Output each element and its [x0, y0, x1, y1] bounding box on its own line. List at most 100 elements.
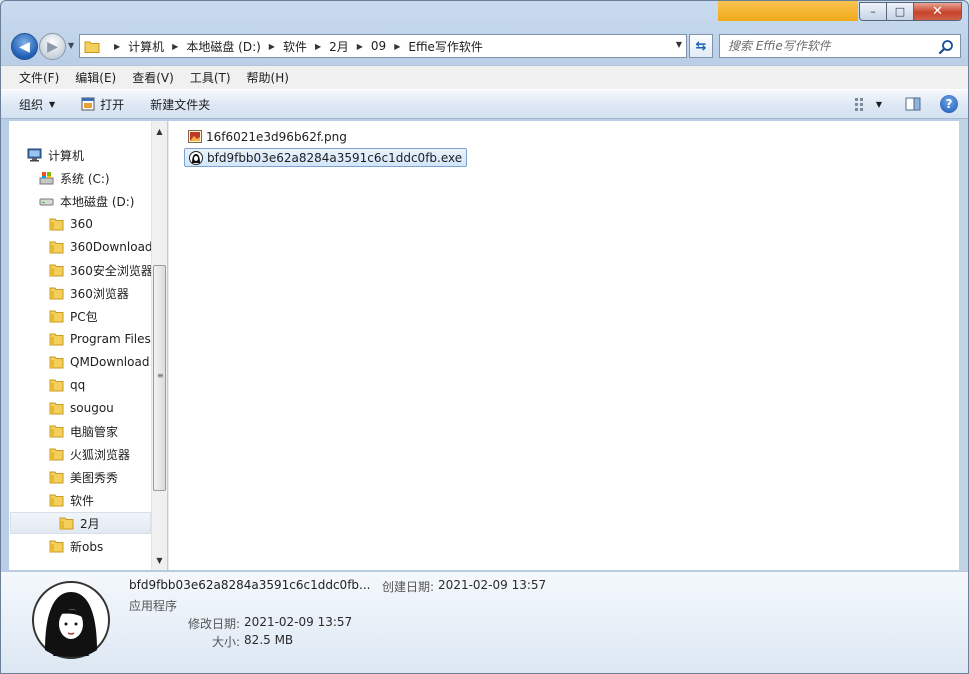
refresh-icon: ⇆ [695, 38, 707, 54]
details-pane: bfd9fbb03e62a8284a3591c6c1ddc0fb... 创建日期… [1, 571, 968, 673]
tree-label: PC包 [70, 309, 98, 324]
recent-pages-dropdown-icon[interactable]: ▼ [68, 41, 74, 50]
breadcrumb-1[interactable]: ▶ 本地磁盘 (D:) [164, 38, 261, 55]
system-drive-icon [39, 172, 54, 185]
tree-label: sougou [70, 401, 114, 415]
help-icon[interactable]: ? [940, 95, 958, 113]
folder-icon [84, 41, 100, 53]
search-input[interactable] [728, 39, 928, 53]
open-button[interactable]: 打开 [81, 96, 124, 113]
computer-icon [27, 148, 42, 162]
address-row: ◀ ▶ ▼ ▶ 计算机 ▶ 本地磁盘 (D:) ▶ 软件 ▶ 2月 ▶ 09 ▶ Effie… [1, 29, 968, 65]
folder-icon [49, 218, 64, 231]
breadcrumb-5[interactable]: ▶ Effie写作软件 [386, 38, 483, 55]
tree-label: 360安全浏览器 [70, 263, 153, 278]
detail-file-type: 应用程序 [129, 599, 178, 613]
menu-edit[interactable]: 编辑(E) [67, 69, 124, 86]
folder-icon [49, 333, 64, 346]
png-image-icon [188, 130, 202, 143]
chevron-right-icon[interactable]: ▶ [394, 42, 400, 51]
maximize-button[interactable]: □ [887, 2, 914, 21]
background-accent-strip [718, 1, 858, 21]
folder-icon [49, 471, 64, 484]
explorer-window: – □ ✕ ◀ ▶ ▼ ▶ 计算机 ▶ 本地磁盘 (D:) ▶ 软件 ▶ 2月 ▶ 09 … [0, 0, 969, 674]
tree-label: 本地磁盘 (D:) [60, 194, 135, 209]
address-bar[interactable]: ▶ 计算机 ▶ 本地磁盘 (D:) ▶ 软件 ▶ 2月 ▶ 09 ▶ Effie写作软件 ▼ [79, 34, 687, 58]
arrow-right-icon: ▶ [47, 38, 58, 55]
folder-icon [59, 517, 74, 530]
close-button[interactable]: ✕ [914, 2, 962, 21]
refresh-button[interactable]: ⇆ [689, 34, 713, 58]
organize-button[interactable]: 组织 ▼ [19, 96, 55, 113]
file-item-selected[interactable]: bfd9fbb03e62a8284a3591c6c1ddc0fb.exe [184, 148, 468, 167]
minimize-button[interactable]: – [859, 2, 887, 21]
chevron-right-icon[interactable]: ▶ [269, 42, 275, 51]
chevron-right-icon[interactable]: ▶ [114, 42, 120, 51]
title-bar[interactable]: – □ ✕ [1, 1, 968, 29]
tree-label: 火狐浏览器 [70, 447, 131, 462]
window-right-edge [959, 119, 968, 571]
file-name: bfd9fbb03e62a8284a3591c6c1ddc0fb.exe [207, 150, 463, 165]
menu-help[interactable]: 帮助(H) [239, 69, 297, 86]
arrow-left-icon: ◀ [19, 38, 30, 55]
exe-app-icon [189, 150, 203, 165]
folder-icon [49, 494, 64, 507]
folder-icon [49, 379, 64, 392]
breadcrumb-3[interactable]: ▶ 2月 [307, 38, 349, 55]
tree-item-folder-selected[interactable]: 2月 [10, 512, 151, 534]
new-folder-button[interactable]: 新建文件夹 [150, 96, 210, 113]
tree-label: qq [70, 378, 86, 392]
menu-tools[interactable]: 工具(T) [182, 69, 239, 86]
scroll-thumb[interactable]: ≡ [153, 265, 166, 491]
menu-view[interactable]: 查看(V) [124, 69, 182, 86]
detail-value: 82.5 MB [244, 633, 294, 647]
tree-label: 新obs [70, 539, 104, 554]
open-label: 打开 [100, 97, 125, 112]
tree-label: QMDownload [70, 355, 150, 369]
chevron-right-icon[interactable]: ▶ [315, 42, 321, 51]
detail-created: 创建日期: 2021-02-09 13:57 [382, 578, 546, 595]
detail-file-name: bfd9fbb03e62a8284a3591c6c1ddc0fb... [129, 578, 371, 592]
file-list[interactable]: 16f6021e3d96b62f.png bfd9fbb03e62a8284a3… [168, 121, 961, 570]
detail-value: 2021-02-09 13:57 [244, 615, 353, 629]
chevron-right-icon[interactable]: ▶ [357, 42, 363, 51]
menu-bar: 文件(F) 编辑(E) 查看(V) 工具(T) 帮助(H) [1, 65, 968, 89]
detail-label: 大小: [212, 635, 241, 649]
view-dropdown-icon[interactable]: ▼ [876, 100, 882, 109]
detail-label: 修改日期: [188, 617, 241, 631]
menu-file[interactable]: 文件(F) [11, 69, 67, 86]
chevron-right-icon[interactable]: ▶ [172, 42, 178, 51]
scroll-down-icon[interactable]: ▼ [152, 552, 167, 568]
tree-item-computer[interactable]: 计算机 [27, 144, 168, 166]
back-button[interactable]: ◀ [11, 33, 38, 60]
folder-icon [49, 402, 64, 415]
folder-icon [49, 241, 64, 254]
view-options-icon[interactable] [852, 95, 870, 113]
forward-button[interactable]: ▶ [39, 33, 66, 60]
tree-label: Program Files [70, 332, 151, 346]
breadcrumb-0[interactable]: ▶ 计算机 [106, 38, 164, 55]
chevron-down-icon: ▼ [49, 99, 56, 109]
breadcrumb-4[interactable]: ▶ 09 [349, 39, 386, 53]
tree-label: 系统 (C:) [60, 171, 110, 186]
navigation-pane[interactable]: 计算机 系统 (C:) 本地磁盘 (D:) 360 360Download 36… [9, 121, 167, 570]
folder-icon [49, 264, 64, 277]
preview-pane-icon[interactable] [904, 95, 922, 113]
tree-label: 计算机 [48, 148, 85, 163]
tree-label: 360浏览器 [70, 286, 129, 301]
scroll-up-icon[interactable]: ▲ [152, 123, 167, 139]
file-item[interactable]: 16f6021e3d96b62f.png [184, 127, 351, 146]
nav-scrollbar[interactable]: ▲ ≡ ▼ [151, 121, 167, 570]
tree-label: 360Download [70, 240, 153, 254]
new-folder-label: 新建文件夹 [150, 97, 211, 112]
search-icon[interactable] [938, 39, 954, 55]
detail-size: 大小: 82.5 MB [212, 633, 293, 650]
search-box[interactable] [719, 34, 961, 58]
address-dropdown-icon[interactable]: ▼ [676, 40, 682, 49]
folder-icon [49, 287, 64, 300]
tree-label: 360 [70, 217, 93, 231]
file-name: 16f6021e3d96b62f.png [206, 129, 347, 144]
folder-icon [49, 310, 64, 323]
detail-modified: 修改日期: 2021-02-09 13:57 [188, 615, 352, 632]
breadcrumb-2[interactable]: ▶ 软件 [261, 38, 307, 55]
